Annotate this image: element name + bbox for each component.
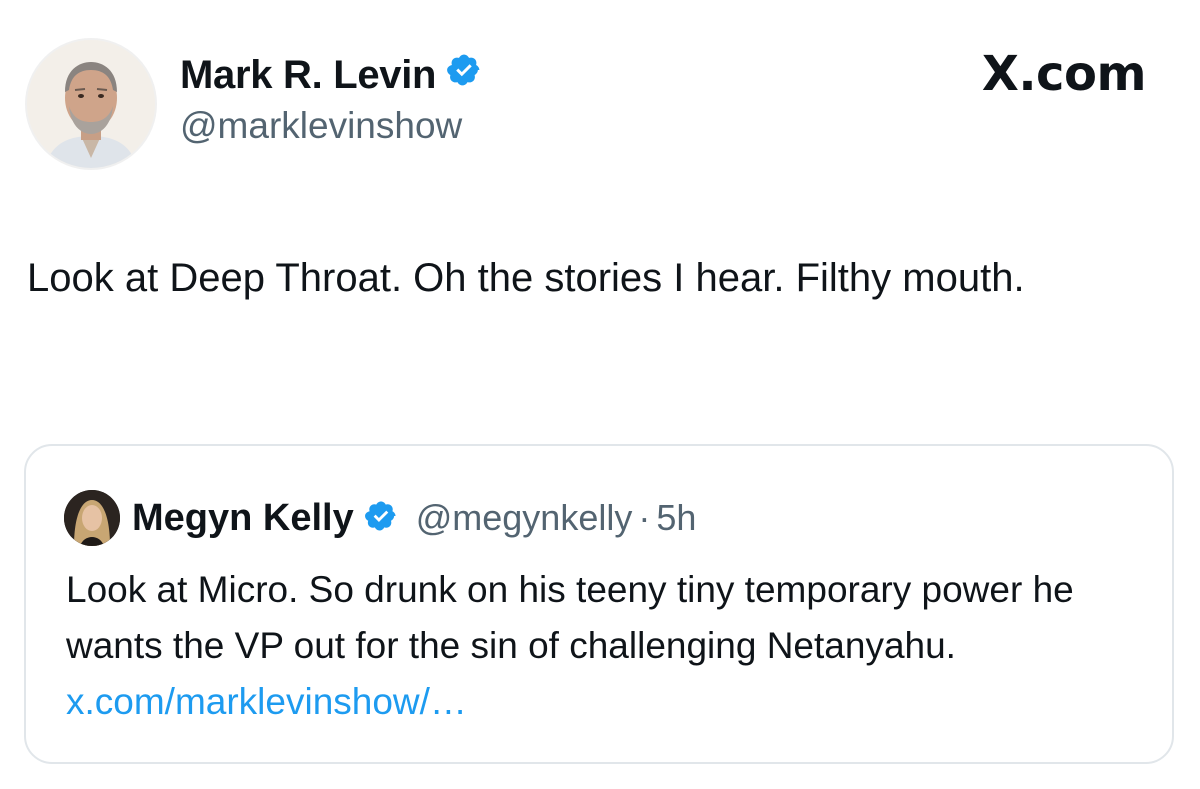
- quoted-post-link[interactable]: x.com/marklevinshow/…: [66, 681, 467, 722]
- author-avatar[interactable]: [25, 38, 157, 170]
- site-label: X.com: [981, 46, 1147, 102]
- author-handle[interactable]: @marklevinshow: [180, 105, 462, 147]
- quoted-post-text: Look at Micro. So drunk on his teeny tin…: [66, 562, 1146, 730]
- quoted-author-avatar[interactable]: [64, 490, 120, 546]
- quoted-author-name[interactable]: Megyn Kelly: [132, 497, 354, 540]
- verified-badge-icon: [364, 499, 398, 538]
- meta-separator: ·: [638, 497, 651, 538]
- quoted-post-card[interactable]: Megyn Kelly @megynkelly · 5h Look at Mic…: [24, 444, 1174, 764]
- quoted-post-timestamp[interactable]: 5h: [656, 497, 696, 539]
- quoted-author-handle[interactable]: @megynkelly: [416, 497, 633, 539]
- author-name-row[interactable]: Mark R. Levin: [180, 52, 482, 98]
- profile-photo-woman-icon: [64, 490, 120, 546]
- post-text: Look at Deep Throat. Oh the stories I he…: [27, 256, 1025, 300]
- verified-badge-icon: [446, 52, 482, 98]
- quoted-post-header: Megyn Kelly @megynkelly · 5h: [64, 490, 696, 546]
- author-name[interactable]: Mark R. Levin: [180, 53, 436, 98]
- profile-photo-man-icon: [27, 40, 155, 168]
- quoted-post-body: Look at Micro. So drunk on his teeny tin…: [66, 569, 1074, 666]
